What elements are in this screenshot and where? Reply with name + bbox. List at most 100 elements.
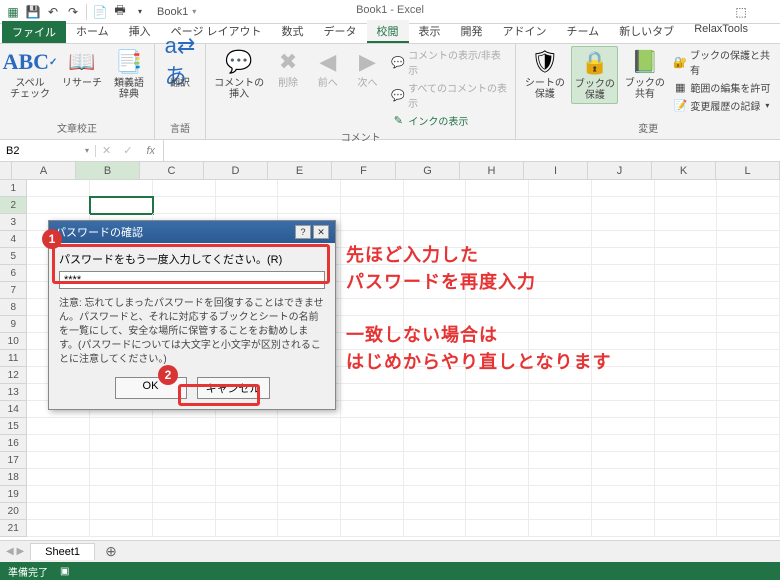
row-header[interactable]: 21 [0, 520, 27, 537]
grid-cell[interactable] [592, 214, 655, 231]
grid-cell[interactable] [216, 486, 279, 503]
ribbon-tab[interactable]: 開発 [451, 20, 493, 43]
grid-cell[interactable] [717, 401, 780, 418]
grid-cell[interactable] [717, 367, 780, 384]
grid-cell[interactable] [655, 401, 718, 418]
grid-cell[interactable] [529, 197, 592, 214]
grid-cell[interactable] [592, 248, 655, 265]
sheet-nav[interactable]: ◀ ▶ [0, 546, 30, 557]
ribbon-tab[interactable]: RelaxTools [684, 20, 758, 43]
grid-cell[interactable] [404, 231, 467, 248]
row-header[interactable]: 11 [0, 350, 27, 367]
qat-dropdown-icon[interactable]: ▾ [131, 3, 149, 21]
grid-cell[interactable] [27, 197, 90, 214]
grid-cell[interactable] [90, 452, 153, 469]
grid-cell[interactable] [655, 503, 718, 520]
grid-cell[interactable] [216, 503, 279, 520]
formula-input[interactable] [163, 140, 780, 161]
grid-cell[interactable] [216, 452, 279, 469]
grid-cell[interactable] [341, 316, 404, 333]
show-all-comments-button[interactable]: 💬すべてのコメントの表示 [389, 79, 509, 111]
grid-cell[interactable] [655, 418, 718, 435]
grid-cell[interactable] [341, 214, 404, 231]
grid-cell[interactable] [655, 265, 718, 282]
macro-record-icon[interactable]: ▣ [60, 566, 69, 577]
grid-cell[interactable] [466, 486, 529, 503]
grid-cell[interactable] [592, 282, 655, 299]
grid-cell[interactable] [592, 197, 655, 214]
grid-cell[interactable] [592, 265, 655, 282]
row-header[interactable]: 17 [0, 452, 27, 469]
grid-cell[interactable] [278, 469, 341, 486]
grid-cell[interactable] [717, 469, 780, 486]
grid-cell[interactable] [592, 384, 655, 401]
column-header[interactable]: I [524, 162, 588, 179]
grid-cell[interactable] [90, 197, 153, 214]
grid-cell[interactable] [466, 333, 529, 350]
grid-cell[interactable] [341, 469, 404, 486]
column-header[interactable]: G [396, 162, 460, 179]
grid-cell[interactable] [529, 367, 592, 384]
grid-cell[interactable] [466, 282, 529, 299]
grid-cell[interactable] [404, 180, 467, 197]
grid-cell[interactable] [27, 469, 90, 486]
grid-cell[interactable] [717, 214, 780, 231]
grid-cell[interactable] [278, 180, 341, 197]
column-header[interactable]: B [76, 162, 140, 179]
ribbon-tab[interactable]: 数式 [272, 20, 314, 43]
grid-cell[interactable] [717, 418, 780, 435]
grid-cell[interactable] [655, 282, 718, 299]
grid-cell[interactable] [466, 452, 529, 469]
column-header[interactable]: C [140, 162, 204, 179]
tab-file[interactable]: ファイル [2, 21, 66, 43]
grid-cell[interactable] [592, 452, 655, 469]
new-icon[interactable]: 📄 [91, 3, 109, 21]
column-header[interactable]: H [460, 162, 524, 179]
grid-cell[interactable] [466, 231, 529, 248]
grid-cell[interactable] [655, 435, 718, 452]
grid-cell[interactable] [466, 180, 529, 197]
grid-cell[interactable] [592, 435, 655, 452]
grid-cell[interactable] [466, 435, 529, 452]
grid-cell[interactable] [655, 486, 718, 503]
grid-cell[interactable] [90, 418, 153, 435]
grid-cell[interactable] [404, 503, 467, 520]
grid-cell[interactable] [529, 248, 592, 265]
dialog-help-icon[interactable]: ? [295, 225, 311, 239]
undo-icon[interactable]: ↶ [44, 3, 62, 21]
grid-cell[interactable] [153, 452, 216, 469]
column-header[interactable]: E [268, 162, 332, 179]
save-icon[interactable]: 💾 [24, 3, 42, 21]
spell-check-button[interactable]: ABC✓ スペルチェック [6, 46, 54, 102]
fx-icon[interactable]: fx [138, 145, 163, 157]
protect-workbook-button[interactable]: 🔒 ブックの保護 [571, 46, 618, 104]
column-header[interactable]: L [716, 162, 780, 179]
grid-cell[interactable] [717, 231, 780, 248]
grid-cell[interactable] [341, 435, 404, 452]
column-header[interactable]: J [588, 162, 652, 179]
grid-cell[interactable] [466, 418, 529, 435]
print-icon[interactable]: 🖶 [111, 3, 129, 21]
grid-cell[interactable] [655, 333, 718, 350]
grid-cell[interactable] [341, 333, 404, 350]
grid-cell[interactable] [216, 469, 279, 486]
grid-cell[interactable] [592, 180, 655, 197]
grid-cell[interactable] [466, 214, 529, 231]
grid-cell[interactable] [90, 435, 153, 452]
grid-cell[interactable] [404, 333, 467, 350]
grid-cell[interactable] [466, 367, 529, 384]
grid-cell[interactable] [216, 418, 279, 435]
grid-cell[interactable] [717, 486, 780, 503]
grid-cell[interactable] [529, 214, 592, 231]
grid-cell[interactable] [278, 452, 341, 469]
row-header[interactable]: 12 [0, 367, 27, 384]
grid-cell[interactable] [27, 418, 90, 435]
grid-cell[interactable] [529, 384, 592, 401]
row-header[interactable]: 16 [0, 435, 27, 452]
grid-cell[interactable] [529, 452, 592, 469]
grid-cell[interactable] [655, 214, 718, 231]
grid-cell[interactable] [341, 248, 404, 265]
grid-cell[interactable] [216, 520, 279, 537]
grid-cell[interactable] [153, 197, 216, 214]
grid-cell[interactable] [404, 367, 467, 384]
